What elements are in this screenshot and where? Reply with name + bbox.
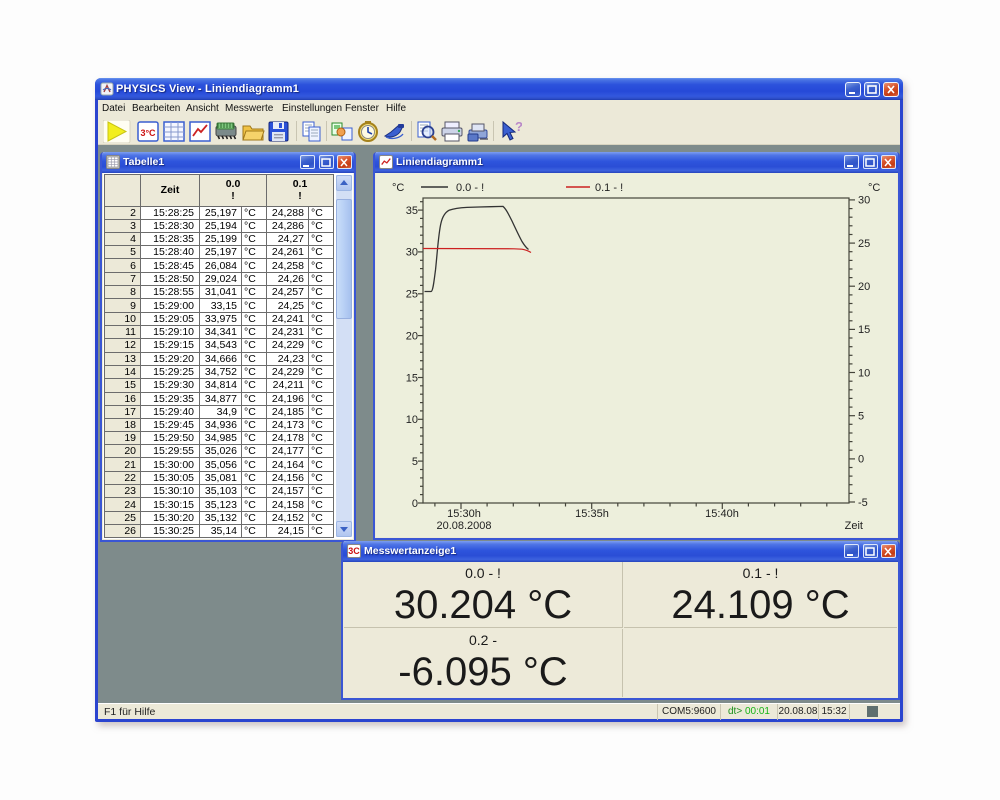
- svg-text:25: 25: [406, 289, 418, 301]
- svg-text:20: 20: [406, 330, 418, 342]
- svg-text:30: 30: [406, 247, 418, 259]
- svg-text:5: 5: [412, 456, 418, 468]
- svg-text:20: 20: [858, 281, 870, 293]
- svg-text:30: 30: [858, 195, 870, 207]
- svg-text:-5: -5: [858, 497, 868, 509]
- svg-text:15:30h: 15:30h: [447, 508, 481, 520]
- svg-text:25: 25: [858, 238, 870, 250]
- svg-text:0: 0: [412, 498, 418, 510]
- svg-text:°C: °C: [392, 182, 404, 194]
- svg-text:10: 10: [858, 367, 870, 379]
- svg-text:15:40h: 15:40h: [705, 508, 739, 520]
- svg-text:15: 15: [858, 324, 870, 336]
- svg-text:15:35h: 15:35h: [575, 508, 609, 520]
- svg-text:0: 0: [858, 454, 864, 466]
- svg-text:35: 35: [406, 205, 418, 217]
- svg-text:°C: °C: [868, 182, 880, 194]
- svg-text:5: 5: [858, 411, 864, 423]
- svg-text:0.1 - !: 0.1 - !: [595, 182, 623, 194]
- svg-text:0.0 - !: 0.0 - !: [456, 182, 484, 194]
- svg-text:Zeit: Zeit: [845, 520, 863, 532]
- svg-text:20.08.2008: 20.08.2008: [436, 520, 491, 532]
- svg-text:?: ?: [515, 120, 522, 134]
- svg-text:10: 10: [406, 414, 418, 426]
- svg-text:3°C: 3°C: [140, 128, 156, 138]
- svg-text:15: 15: [406, 372, 418, 384]
